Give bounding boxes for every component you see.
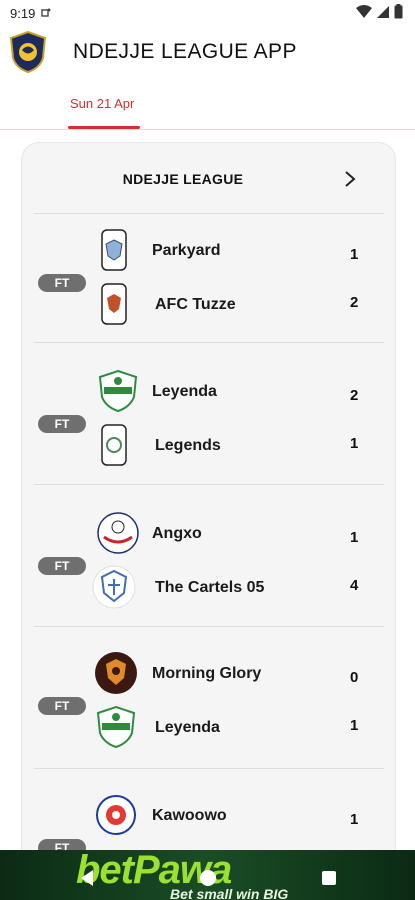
- home-team-name: Kawoowo: [152, 807, 227, 824]
- tab-active-indicator: [68, 126, 140, 129]
- home-score: 1: [350, 529, 359, 546]
- status-time: 9:19: [10, 5, 36, 21]
- status-right: [356, 4, 403, 22]
- home-score: 1: [350, 811, 359, 828]
- status-bar: 9:19: [0, 0, 415, 26]
- team-logo-icon: [92, 282, 136, 326]
- home-team-name: Parkyard: [152, 242, 221, 259]
- team-logo-icon: [94, 793, 138, 837]
- match-status-badge: FT: [38, 557, 86, 575]
- away-team-name: Legends: [155, 437, 221, 454]
- away-score: 1: [350, 717, 359, 734]
- away-team-name: The Cartels 05: [155, 579, 265, 596]
- notification-icon: [41, 6, 51, 21]
- status-left: 9:19: [10, 6, 51, 21]
- match-row[interactable]: FT Angxo 1 The Cartels 05 4: [34, 484, 384, 626]
- away-score: 4: [350, 577, 359, 594]
- team-logo-icon: [92, 228, 136, 272]
- battery-icon: [394, 4, 403, 22]
- home-team-name: Leyenda: [152, 383, 217, 400]
- chevron-right-icon[interactable]: [340, 169, 360, 189]
- home-team-name: Morning Glory: [152, 665, 262, 682]
- date-tabs: Sun 21 Apr: [0, 82, 415, 130]
- match-row[interactable]: FT Morning Glory 0 Leyenda 1: [34, 626, 384, 768]
- home-icon[interactable]: [199, 868, 217, 893]
- league-title: NDEJJE LEAGUE: [122, 171, 244, 187]
- league-logo-icon: [8, 30, 48, 74]
- team-logo-icon: [96, 369, 140, 413]
- team-logo-icon: [94, 705, 138, 749]
- tab-sun-21-apr[interactable]: Sun 21 Apr: [70, 96, 134, 111]
- home-team-name: Angxo: [152, 525, 202, 542]
- match-row[interactable]: FT Leyenda 2 Legends 1: [34, 342, 384, 484]
- away-score: 1: [350, 435, 359, 452]
- team-logo-icon: [92, 423, 136, 467]
- home-score: 0: [350, 669, 359, 686]
- wifi-icon: [356, 4, 372, 22]
- app-title: NDEJJE LEAGUE APP: [73, 40, 297, 63]
- team-logo-icon: [92, 565, 136, 609]
- match-status-badge: FT: [38, 415, 86, 433]
- away-team-name: Leyenda: [155, 719, 220, 736]
- signal-icon: [376, 5, 390, 22]
- home-score: 1: [350, 246, 359, 263]
- match-status-badge: FT: [38, 697, 86, 715]
- away-score: 2: [350, 294, 359, 311]
- app-bar: NDEJJE LEAGUE APP: [0, 26, 415, 82]
- match-row[interactable]: FT Parkyard 1 AFC Tuzze 2: [34, 213, 384, 355]
- recents-icon[interactable]: [320, 868, 338, 893]
- league-header[interactable]: NDEJJE LEAGUE: [22, 143, 395, 213]
- home-score: 2: [350, 387, 359, 404]
- system-nav-bar: [0, 862, 415, 900]
- team-logo-icon: [96, 511, 140, 555]
- back-icon[interactable]: [78, 868, 96, 893]
- match-status-badge: FT: [38, 274, 86, 292]
- away-team-name: AFC Tuzze: [155, 296, 236, 313]
- team-logo-icon: [94, 651, 138, 695]
- league-card: NDEJJE LEAGUE FT Parkyard 1 AFC Tuzze 2 …: [21, 142, 396, 900]
